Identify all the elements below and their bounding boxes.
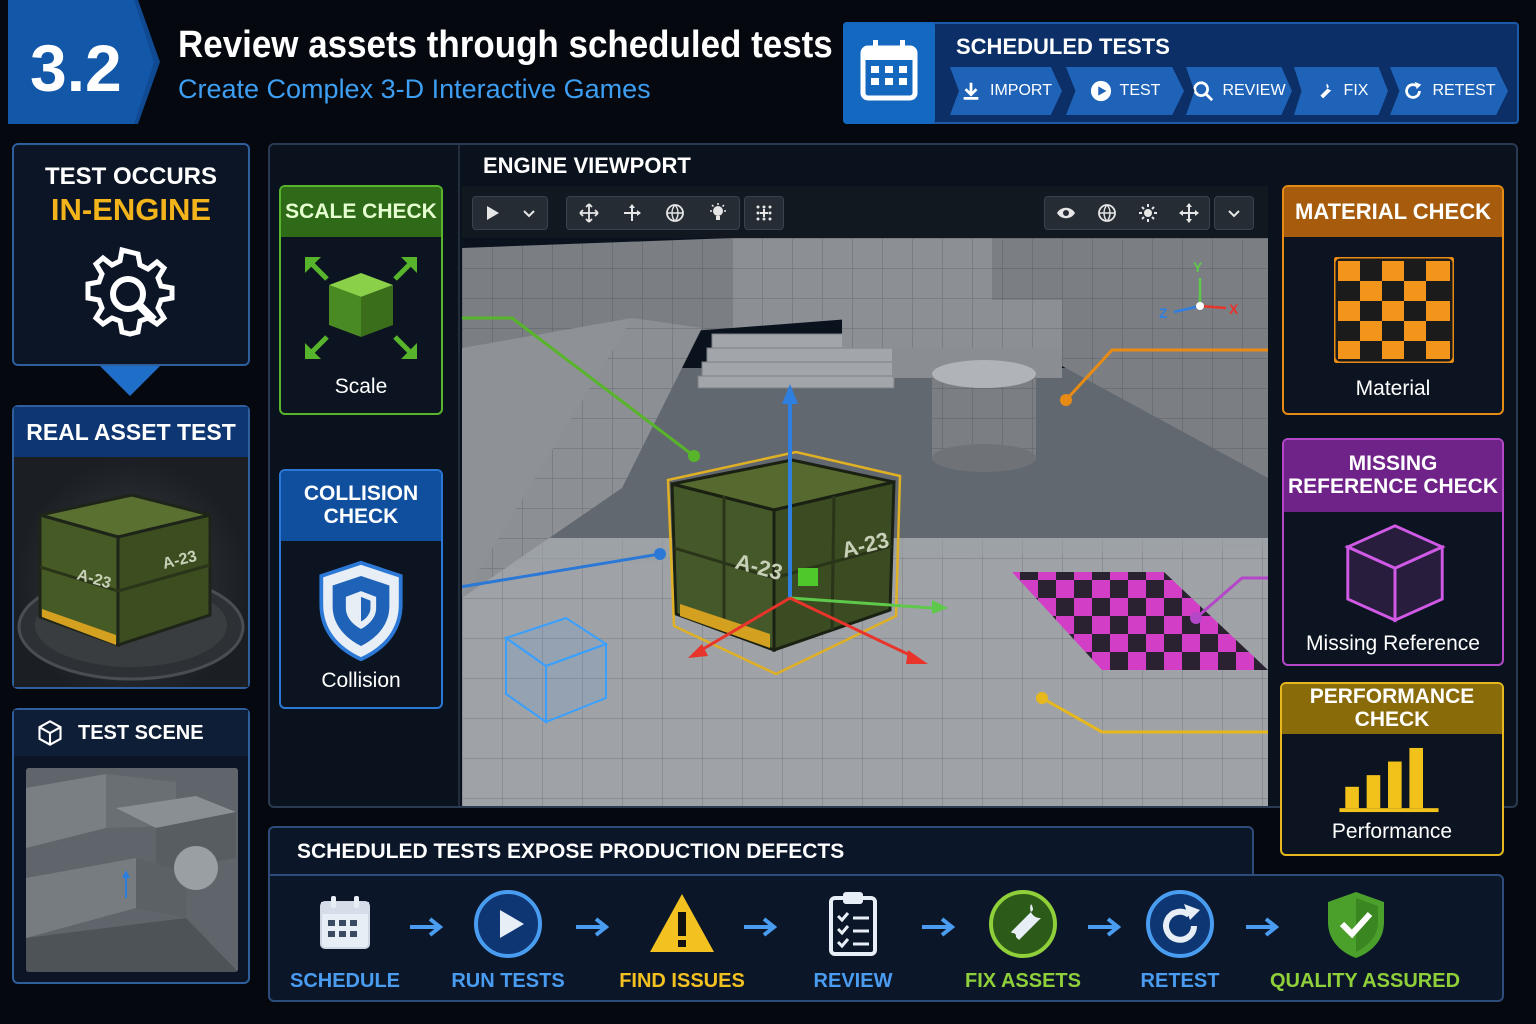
axis-y-label: Y: [1193, 259, 1203, 275]
missing-reference-check-title: MISSING REFERENCE CHECK: [1284, 440, 1502, 512]
down-arrow-icon: [100, 366, 160, 396]
process-step-label: QUALITY ASSURED: [1270, 970, 1461, 992]
wrench-icon: [1319, 83, 1331, 99]
transform-tools: [566, 196, 740, 230]
scale-cube-icon: [305, 257, 417, 359]
collision-check-card[interactable]: COLLISION CHECK Collision: [279, 469, 443, 709]
crate-preview-image: A-23 A-23: [14, 457, 248, 687]
viewport-scene[interactable]: Y X Z A-23 A-23: [462, 238, 1268, 806]
missing-cube-icon: [1344, 524, 1446, 623]
process-step-label: FIND ISSUES: [619, 970, 745, 992]
axis-z-label: Z: [1159, 305, 1168, 321]
test-scene-header: TEST SCENE: [14, 710, 248, 756]
performance-check-card[interactable]: PERFORMANCE CHECK Performance: [1280, 682, 1504, 856]
gear-search-icon: [80, 246, 180, 346]
viewport-divider: [458, 145, 460, 806]
process-step-run-tests[interactable]: RUN TESTS: [438, 888, 578, 993]
performance-check-label: Performance: [1331, 820, 1453, 843]
refresh-icon: [1146, 890, 1214, 958]
process-step-label: SCHEDULE: [289, 970, 400, 992]
chevron-down-icon[interactable]: [519, 203, 539, 223]
process-step-fix-assets[interactable]: FIX ASSETS: [953, 888, 1093, 993]
clipboard-checklist-icon: [829, 892, 877, 956]
axis-x-label: X: [1229, 301, 1239, 317]
collision-check-label: Collision: [321, 669, 401, 692]
scale-check-card[interactable]: SCALE CHECK Scale: [279, 185, 443, 415]
light-bulb-icon[interactable]: [708, 203, 728, 223]
search-icon: [1193, 81, 1214, 102]
process-step-retest[interactable]: RETEST: [1110, 888, 1250, 993]
calendar-icon: [843, 22, 935, 124]
translate-icon[interactable]: [622, 203, 642, 223]
step-test[interactable]: TEST: [1066, 67, 1184, 115]
bar-graph-icon: [1339, 747, 1439, 813]
shield-icon: [319, 560, 403, 662]
collision-check-title: COLLISION CHECK: [281, 471, 441, 541]
play-controls: [472, 196, 548, 230]
process-title: SCHEDULED TESTS EXPOSE PRODUCTION DEFECT…: [297, 840, 845, 863]
view-tools: [1044, 196, 1210, 230]
wrench-icon: [989, 890, 1057, 958]
grid-snap-icon: [756, 205, 772, 221]
engine-heading: TEST OCCURS: [44, 163, 217, 190]
page-subtitle: Create Complex 3-D Interactive Games: [178, 74, 651, 104]
globe-icon[interactable]: [1097, 203, 1117, 223]
move-icon[interactable]: [1178, 203, 1199, 223]
process-step-label: REVIEW: [813, 970, 893, 992]
download-icon: [963, 82, 979, 100]
scale-check-title: SCALE CHECK: [281, 187, 441, 237]
real-asset-title: REAL ASSET TEST: [14, 407, 248, 457]
warning-icon: [650, 894, 714, 952]
performance-check-title: PERFORMANCE CHECK: [1282, 684, 1502, 734]
test-scene-title: TEST SCENE: [78, 721, 204, 744]
process-step-label: FIX ASSETS: [965, 970, 1081, 992]
checker-material-icon: [1334, 257, 1454, 363]
calendar-icon: [320, 896, 370, 949]
check-shield-icon: [1328, 892, 1384, 958]
play-circle-icon: [474, 890, 542, 958]
missing-reference-check-card[interactable]: MISSING REFERENCE CHECK Missing Referenc…: [1282, 438, 1504, 666]
play-icon[interactable]: [482, 203, 502, 223]
step-fix[interactable]: FIX: [1294, 67, 1388, 115]
process-step-review[interactable]: REVIEW: [783, 888, 923, 993]
engine-heading-accent: IN-ENGINE: [50, 192, 212, 227]
process-step-quality-assured[interactable]: QUALITY ASSURED: [1270, 888, 1461, 993]
test-scene-image: [26, 768, 238, 972]
refresh-icon: [1405, 81, 1422, 99]
chevron-down-icon: [1228, 210, 1240, 218]
globe-icon[interactable]: [665, 203, 685, 223]
process-step-schedule[interactable]: SCHEDULE: [275, 888, 415, 993]
section-number: 3.2: [30, 31, 122, 105]
play-icon: [1090, 80, 1111, 102]
missing-reference-check-label: Missing Reference: [1306, 632, 1480, 655]
step-review[interactable]: REVIEW: [1186, 67, 1292, 115]
material-check-label: Material: [1355, 377, 1431, 400]
eye-icon[interactable]: [1056, 203, 1076, 223]
step-retest[interactable]: RETEST: [1390, 67, 1508, 115]
arrow-right-icon: [744, 917, 778, 937]
scale-check-label: Scale: [334, 375, 388, 398]
arrow-right-icon: [576, 917, 610, 937]
grid-snap-button[interactable]: [744, 196, 784, 230]
sun-gear-icon[interactable]: [1138, 203, 1158, 223]
material-check-card[interactable]: MATERIAL CHECK Material: [1282, 185, 1504, 415]
viewport-title: ENGINE VIEWPORT: [483, 153, 691, 178]
move-icon[interactable]: [578, 203, 599, 223]
process-step-label: RUN TESTS: [451, 970, 565, 992]
cube-icon: [38, 720, 62, 746]
page-title: Review assets through scheduled tests: [178, 24, 833, 66]
process-step-find-issues[interactable]: FIND ISSUES: [612, 888, 752, 993]
scheduled-tests-title: SCHEDULED TESTS: [956, 34, 1170, 59]
view-options-button[interactable]: [1214, 196, 1254, 230]
step-import[interactable]: IMPORT: [950, 67, 1062, 115]
material-check-title: MATERIAL CHECK: [1284, 187, 1502, 237]
process-step-label: RETEST: [1140, 970, 1220, 992]
